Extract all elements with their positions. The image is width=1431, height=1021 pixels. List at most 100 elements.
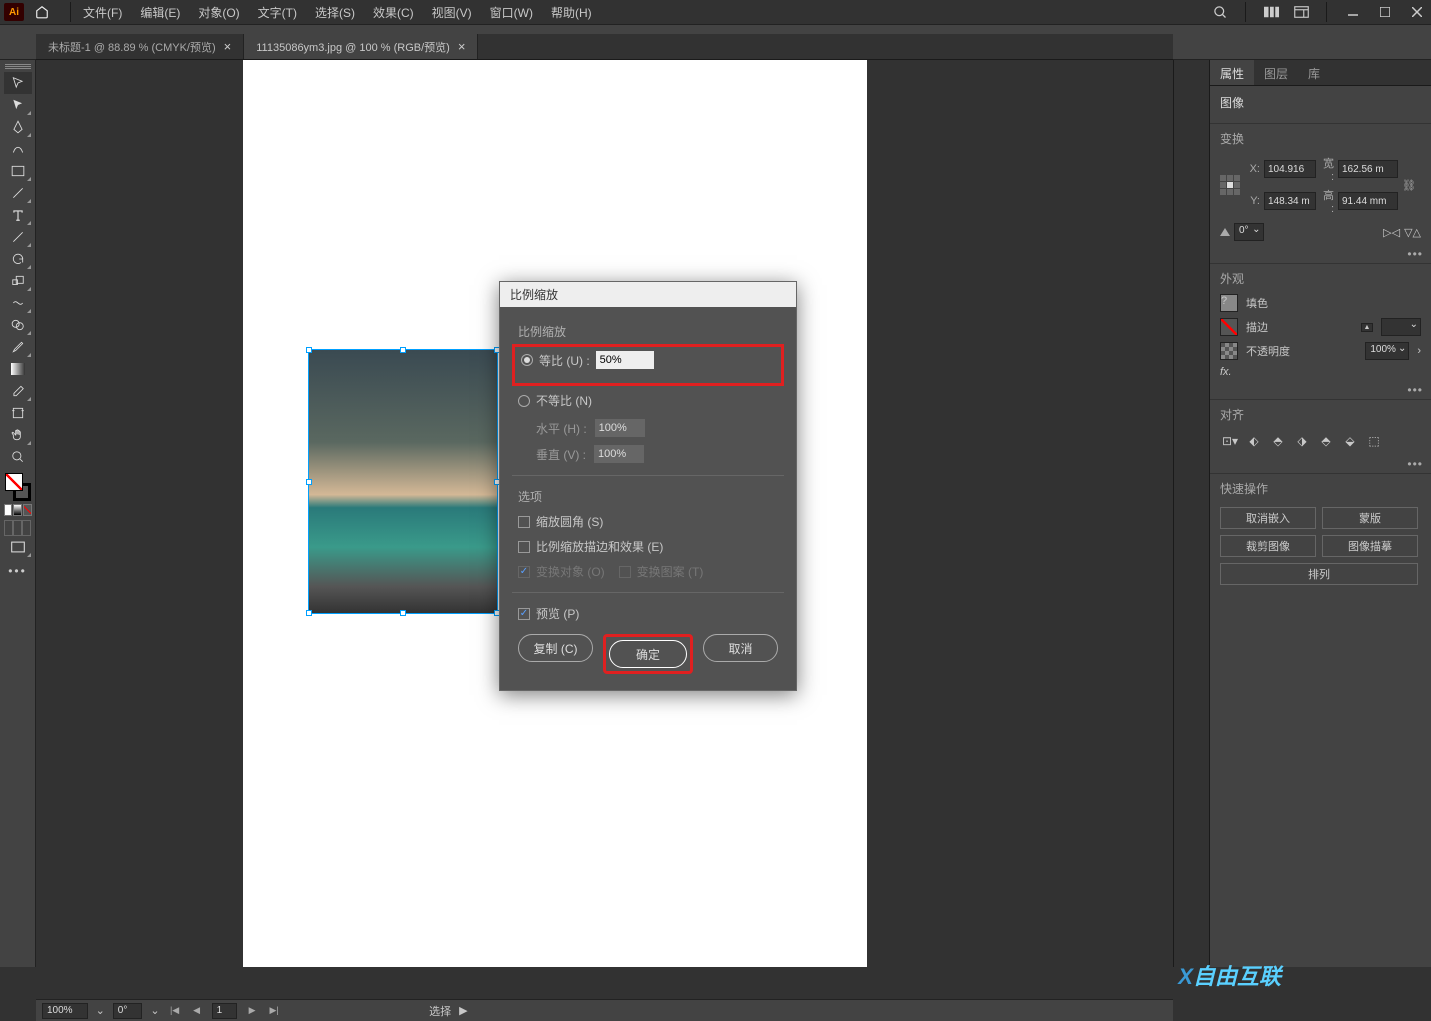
tab-1-close[interactable]: × bbox=[224, 39, 232, 54]
tab-properties[interactable]: 属性 bbox=[1210, 60, 1254, 85]
tab-libraries[interactable]: 库 bbox=[1298, 60, 1330, 85]
eraser-tool[interactable] bbox=[4, 380, 32, 402]
rectangle-tool[interactable] bbox=[4, 160, 32, 182]
zoom-tool[interactable] bbox=[4, 446, 32, 468]
first-artboard[interactable]: |◀ bbox=[168, 1004, 182, 1018]
shape-builder-tool[interactable] bbox=[4, 314, 32, 336]
selection-tool[interactable] bbox=[4, 72, 32, 94]
menu-text[interactable]: 文字(T) bbox=[250, 1, 305, 24]
scale-strokes-check[interactable] bbox=[518, 541, 530, 553]
paintbrush-tool[interactable] bbox=[4, 182, 32, 204]
zoom-select[interactable]: 100% bbox=[42, 1003, 88, 1019]
collapsed-dock[interactable] bbox=[1173, 60, 1209, 967]
selected-image[interactable] bbox=[308, 349, 498, 614]
hand-tool[interactable] bbox=[4, 424, 32, 446]
prev-artboard[interactable]: ◀ bbox=[190, 1004, 204, 1018]
flip-h-icon[interactable]: ▷◁ bbox=[1383, 226, 1400, 239]
tab-2-close[interactable]: × bbox=[458, 39, 466, 54]
menu-select[interactable]: 选择(S) bbox=[307, 1, 363, 24]
align-right[interactable]: ⬗ bbox=[1292, 431, 1312, 451]
fill-swatch[interactable]: ? bbox=[1220, 294, 1238, 312]
fill-stroke-swatch[interactable] bbox=[4, 472, 32, 502]
angle-input[interactable]: 0° bbox=[1234, 223, 1264, 241]
gradient-tool[interactable] bbox=[4, 358, 32, 380]
menu-help[interactable]: 帮助(H) bbox=[543, 1, 600, 24]
preview-check[interactable] bbox=[518, 608, 530, 620]
flip-v-icon[interactable]: ▽△ bbox=[1404, 226, 1421, 239]
stroke-up[interactable]: ▲ bbox=[1361, 323, 1373, 332]
uniform-input[interactable] bbox=[596, 351, 654, 369]
artboard-select[interactable]: 1 bbox=[212, 1003, 238, 1019]
mask-button[interactable]: 蒙版 bbox=[1322, 507, 1418, 529]
edit-toolbar[interactable]: ••• bbox=[8, 564, 27, 578]
align-hcenter[interactable]: ⬘ bbox=[1268, 431, 1288, 451]
color-mode-swatches[interactable] bbox=[4, 504, 32, 516]
link-wh-icon[interactable]: ⛓ bbox=[1402, 179, 1418, 192]
crop-button[interactable]: 裁剪图像 bbox=[1220, 535, 1316, 557]
copy-button[interactable]: 复制 (C) bbox=[518, 634, 593, 662]
arrange-docs-icon[interactable] bbox=[1262, 3, 1280, 21]
stroke-weight[interactable] bbox=[1381, 318, 1421, 336]
rotate-select[interactable]: 0° bbox=[113, 1003, 143, 1019]
align-more[interactable]: ••• bbox=[1210, 455, 1431, 473]
x-input[interactable] bbox=[1264, 160, 1316, 178]
w-input[interactable] bbox=[1338, 160, 1398, 178]
maximize-button[interactable] bbox=[1375, 4, 1395, 20]
search-icon[interactable] bbox=[1211, 3, 1229, 21]
minimize-button[interactable] bbox=[1343, 4, 1363, 20]
reference-point[interactable] bbox=[1220, 175, 1240, 195]
unembed-button[interactable]: 取消嵌入 bbox=[1220, 507, 1316, 529]
menu-view[interactable]: 视图(V) bbox=[424, 1, 480, 24]
opacity-more[interactable]: › bbox=[1417, 345, 1421, 357]
arrange-button[interactable]: 排列 bbox=[1220, 563, 1418, 585]
uniform-radio[interactable] bbox=[521, 354, 533, 366]
horiz-input[interactable] bbox=[595, 419, 645, 437]
workspace-icon[interactable] bbox=[1292, 3, 1310, 21]
menu-edit[interactable]: 编辑(E) bbox=[132, 1, 188, 24]
scale-corners-check[interactable] bbox=[518, 516, 530, 528]
pen-tool[interactable] bbox=[4, 116, 32, 138]
tab-layers[interactable]: 图层 bbox=[1254, 60, 1298, 85]
curvature-tool[interactable] bbox=[4, 138, 32, 160]
zoom-dropdown-icon[interactable]: ⌄ bbox=[96, 1004, 105, 1017]
h-input[interactable] bbox=[1338, 192, 1398, 210]
opacity-input[interactable]: 100% bbox=[1365, 342, 1409, 360]
align-to-menu[interactable]: ⊡▾ bbox=[1220, 431, 1240, 451]
appearance-more[interactable]: ••• bbox=[1210, 381, 1431, 399]
artboard-tool[interactable] bbox=[4, 402, 32, 424]
align-left[interactable]: ⬖ bbox=[1244, 431, 1264, 451]
close-button[interactable] bbox=[1407, 4, 1427, 20]
canvas[interactable]: 比例缩放 比例缩放 等比 (U) : 不等比 (N) 水平 (H) : bbox=[36, 60, 1173, 967]
rotate-tool[interactable] bbox=[4, 248, 32, 270]
draw-mode[interactable] bbox=[4, 520, 32, 536]
eyedropper-tool[interactable] bbox=[4, 336, 32, 358]
menu-window[interactable]: 窗口(W) bbox=[482, 1, 541, 24]
document-tab-1[interactable]: 未标题-1 @ 88.89 % (CMYK/预览) × bbox=[36, 34, 244, 59]
nonuniform-radio[interactable] bbox=[518, 395, 530, 407]
home-button[interactable] bbox=[32, 2, 52, 22]
menu-effect[interactable]: 效果(C) bbox=[365, 1, 422, 24]
cancel-button[interactable]: 取消 bbox=[703, 634, 778, 662]
fx-label[interactable]: fx. bbox=[1220, 366, 1232, 378]
width-tool[interactable] bbox=[4, 292, 32, 314]
last-artboard[interactable]: ▶| bbox=[267, 1004, 281, 1018]
rotate-dropdown-icon[interactable]: ⌄ bbox=[150, 1004, 159, 1017]
align-vcenter[interactable]: ⬙ bbox=[1340, 431, 1360, 451]
screen-mode[interactable] bbox=[4, 536, 32, 558]
menu-file[interactable]: 文件(F) bbox=[75, 1, 130, 24]
scale-tool[interactable] bbox=[4, 270, 32, 292]
next-artboard[interactable]: ▶ bbox=[245, 1004, 259, 1018]
trace-button[interactable]: 图像描摹 bbox=[1322, 535, 1418, 557]
document-tab-2[interactable]: 11135086ym3.jpg @ 100 % (RGB/预览) × bbox=[244, 34, 478, 59]
type-tool[interactable] bbox=[4, 204, 32, 226]
status-menu-icon[interactable]: ▶ bbox=[459, 1004, 467, 1017]
vert-input[interactable] bbox=[594, 445, 644, 463]
y-input[interactable] bbox=[1264, 192, 1316, 210]
ok-button[interactable]: 确定 bbox=[609, 640, 687, 668]
align-top[interactable]: ⬘ bbox=[1316, 431, 1336, 451]
direct-selection-tool[interactable] bbox=[4, 94, 32, 116]
align-bottom[interactable]: ⬚ bbox=[1364, 431, 1384, 451]
transform-more[interactable]: ••• bbox=[1210, 245, 1431, 263]
stroke-swatch[interactable] bbox=[1220, 318, 1238, 336]
menu-object[interactable]: 对象(O) bbox=[190, 1, 247, 24]
